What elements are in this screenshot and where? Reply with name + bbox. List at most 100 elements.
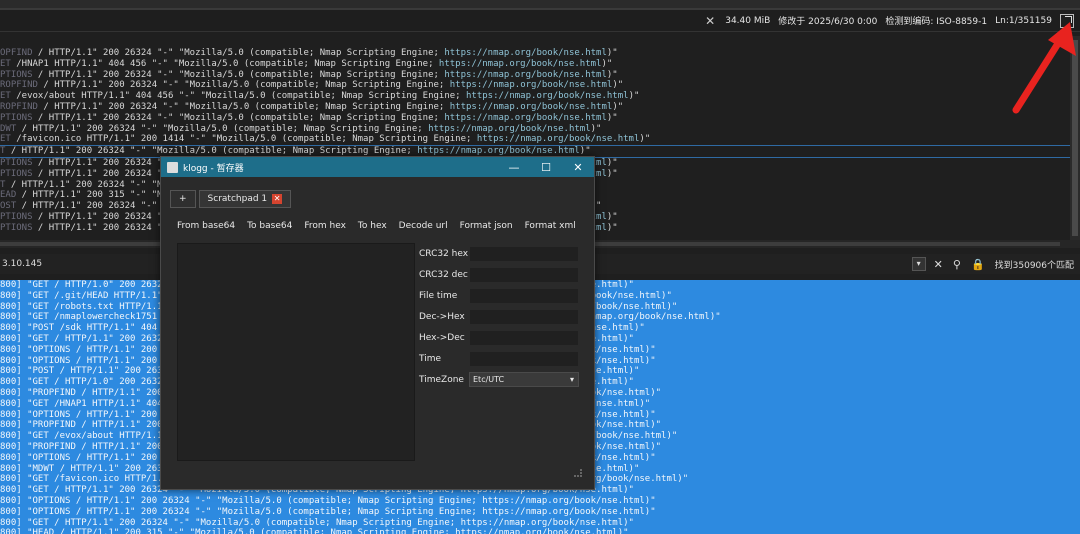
close-icon[interactable]: ✕ [705,14,715,28]
clear-icon[interactable]: ✕ [934,258,943,271]
timezone-value: Etc/UTC [473,375,505,384]
field-input[interactable] [469,350,579,367]
tab-scratchpad-1[interactable]: Scratchpad 1 ✕ [198,190,292,208]
log-line[interactable]: PTIONS / HTTP/1.1" 200 26324 "-" "Mozill… [0,113,1070,124]
log-line[interactable]: ROPFIND / HTTP/1.1" 200 26324 "-" "Mozil… [0,102,1070,113]
log-text: )" [606,69,618,80]
tool-from-base64-button[interactable]: From base64 [177,221,235,231]
log-line[interactable]: ET /favicon.ico HTTP/1.1" 200 1414 "-" "… [0,134,1070,145]
modified-time: 修改于 2025/6/30 0:00 [778,17,878,27]
log-url: https://nmap.org/book/nse.html [449,80,613,91]
log-url: https://nmap.org/book/nse.html [444,69,607,80]
tab-bar: + Scratchpad 1 ✕ [170,190,294,208]
field-label: Dec->Hex [419,311,465,322]
field-input[interactable] [469,329,579,346]
field-label: File time [419,290,458,301]
log-line[interactable]: ET /HNAP1 HTTP/1.1" 404 456 "-" "Mozilla… [0,59,1070,70]
log-text: / HTTP/1.1" 200 26324 "-" "Mozilla/5.0 (… [5,146,418,157]
filtered-log-line[interactable]: 800] "GET / HTTP/1.1" 200 26324 "-" "Moz… [0,518,1080,529]
log-text: )" [579,146,591,157]
maximize-icon[interactable]: ☐ [530,161,562,174]
log-method: OPFIND [0,48,33,58]
log-text: /evox/about HTTP/1.1" 404 456 "-" "Mozil… [10,91,466,102]
log-text: )" [612,80,624,91]
log-text: / HTTP/1.1" 200 26324 "-" "Mozilla/5.0 (… [16,123,429,134]
lock-icon[interactable]: 🔒 [971,258,985,271]
log-text: / HTTP/1.1" 200 26324 "-" "Mozilla/5.0 (… [37,101,450,112]
log-method: ET [0,58,11,69]
log-text: )" [606,168,618,179]
log-method: ROPFIND [0,101,38,112]
tool-format-json-button[interactable]: Format json [460,221,513,231]
tool-decode-url-button[interactable]: Decode url [399,221,448,231]
log-method: EAD [0,190,17,201]
log-text: )" [606,222,618,233]
field-row: Dec->Hex [419,306,579,327]
close-icon[interactable]: ✕ [562,161,594,174]
field-input[interactable] [469,287,579,304]
log-text: / HTTP/1.1" 200 26324 "-" "Mozilla/5.0 (… [32,112,445,123]
tab-label: Scratchpad 1 [207,194,268,204]
chevron-down-icon: ▾ [569,375,574,384]
search-icon[interactable]: ⚲ [953,258,961,271]
log-text: )" [606,112,618,123]
tool-from-hex-button[interactable]: From hex [304,221,346,231]
status-bar: ✕ 34.40 MiB 修改于 2025/6/30 0:00 检测到编码: IS… [0,10,1080,32]
field-row: File time [419,285,579,306]
encoding: 检测到编码: ISO-8859-1 [885,17,988,27]
log-url: https://nmap.org/book/nse.html [417,146,580,157]
field-input[interactable] [469,266,579,283]
log-text: )" [606,211,618,222]
field-input[interactable] [469,245,579,262]
log-method: ROPFIND [0,80,38,91]
log-method: OST [0,201,17,212]
log-method: ET [0,91,11,102]
log-line[interactable]: DWT / HTTP/1.1" 200 26324 "-" "Mozilla/5… [0,124,1070,135]
log-text: )" [639,134,651,145]
filter-text[interactable]: 3.10.145 [2,259,42,269]
log-url: https://nmap.org/book/nse.html [444,48,607,58]
add-tab-button[interactable]: + [170,190,196,208]
log-line[interactable]: OPFIND / HTTP/1.1" 200 26324 "-" "Mozill… [0,48,1070,59]
tool-format-xml-button[interactable]: Format xml [525,221,576,231]
log-text: / HTTP/1.1" 200 26324 "-" "Mozilla/5.0 (… [32,69,445,80]
tool-to-base64-button[interactable]: To base64 [247,221,292,231]
log-method: DWT [0,123,17,134]
log-text: /favicon.ico HTTP/1.1" 200 1414 "-" "Moz… [10,134,477,145]
log-line[interactable]: ROPFIND / HTTP/1.1" 200 26324 "-" "Mozil… [0,80,1070,91]
log-text: )" [612,101,624,112]
match-count: 找到350906个匹配 [994,260,1074,271]
log-text: )" [590,123,602,134]
dialog-titlebar[interactable]: klogg - 暂存器 — ☐ ✕ [161,157,594,177]
red-arrow-annotation [1012,22,1076,114]
tool-to-hex-button[interactable]: To hex [358,221,387,231]
filtered-log-line[interactable]: 800] "HEAD / HTTP/1.1" 200 315 "-" "Mozi… [0,528,1080,534]
field-label: CRC32 hex [419,248,469,259]
log-url: https://nmap.org/book/nse.html [444,112,607,123]
resize-grip[interactable] [574,469,582,477]
log-text: )" [606,48,618,58]
log-url: https://nmap.org/book/nse.html [428,123,591,134]
close-tab-icon[interactable]: ✕ [272,194,283,204]
filtered-log-line[interactable]: 800] "OPTIONS / HTTP/1.1" 200 26324 "-" … [0,507,1080,518]
log-text: )" [601,58,613,69]
log-text: )" [628,91,640,102]
field-label: Time [419,353,442,364]
field-label: Hex->Dec [419,332,465,343]
scratchpad-editor[interactable] [177,243,415,461]
log-text: )" [606,157,618,168]
converter-fields: CRC32 hex CRC32 dec File time Dec->Hex Hex->… [419,243,579,390]
minimize-icon[interactable]: — [498,161,530,174]
log-line[interactable]: PTIONS / HTTP/1.1" 200 26324 "-" "Mozill… [0,70,1070,81]
field-input[interactable] [469,308,579,325]
filtered-log-line[interactable]: 800] "OPTIONS / HTTP/1.1" 200 26324 "-" … [0,496,1080,507]
field-label: CRC32 dec [419,269,468,280]
log-url: https://nmap.org/book/nse.html [438,58,602,69]
timezone-select[interactable]: Etc/UTC ▾ [469,372,579,387]
log-url: https://nmap.org/book/nse.html [449,101,613,112]
app-icon [167,161,178,173]
log-line[interactable]: ET /evox/about HTTP/1.1" 404 456 "-" "Mo… [0,91,1070,102]
log-method: PTIONS [0,157,33,168]
field-row: CRC32 hex [419,243,579,264]
dropdown-icon[interactable]: ▾ [911,257,926,271]
